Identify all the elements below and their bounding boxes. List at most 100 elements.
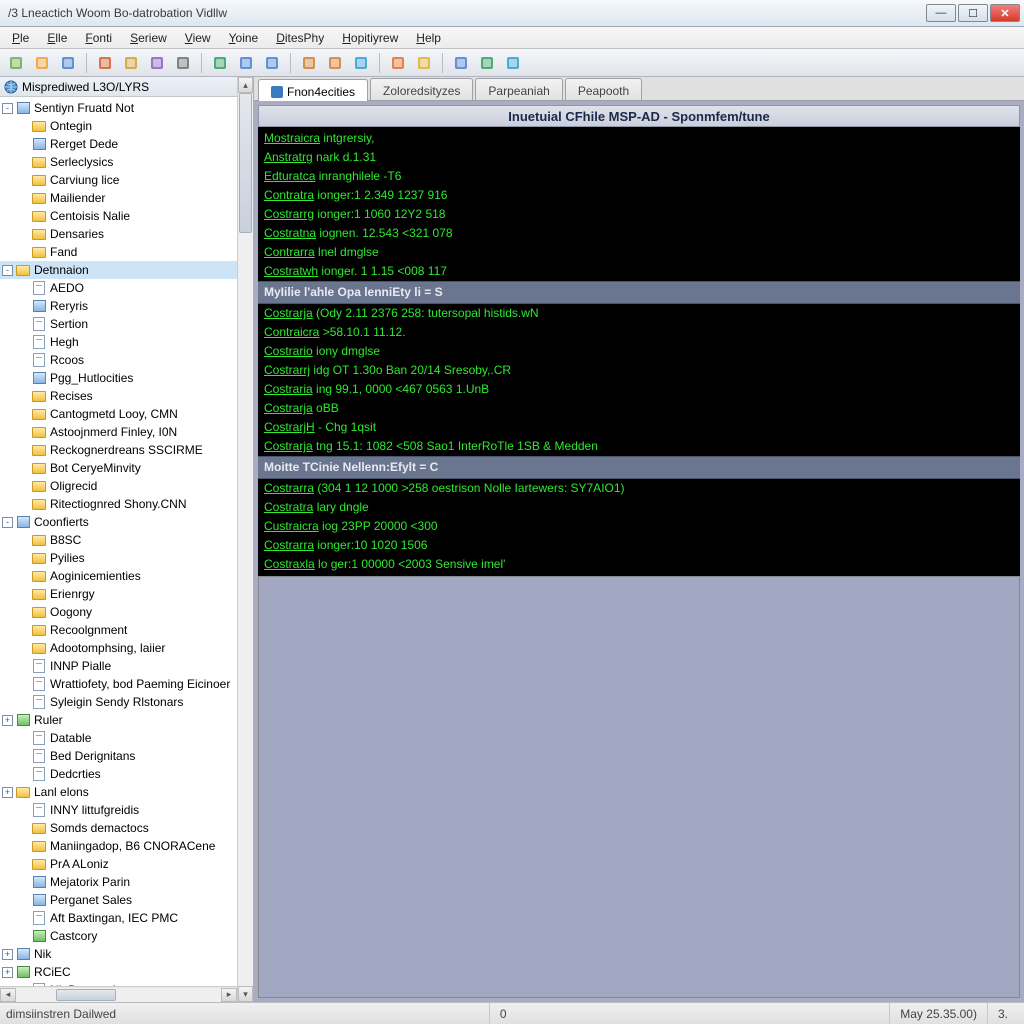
tree-node[interactable]: Reryris bbox=[0, 297, 237, 315]
plus-button[interactable] bbox=[477, 53, 497, 73]
open-button[interactable] bbox=[32, 53, 52, 73]
tree-node[interactable]: Recoolgnment bbox=[0, 621, 237, 639]
maximize-button[interactable]: ☐ bbox=[958, 4, 988, 22]
expand-toggle[interactable]: + bbox=[2, 949, 13, 960]
tree-node[interactable]: Hegh bbox=[0, 333, 237, 351]
expand-toggle[interactable]: - bbox=[2, 265, 13, 276]
tree-node[interactable]: Oogony bbox=[0, 603, 237, 621]
tree-node[interactable]: +Ruler bbox=[0, 711, 237, 729]
tree-node[interactable]: Reckognerdreans SSCIRME bbox=[0, 441, 237, 459]
tree-node[interactable]: Pgg_Hutlocities bbox=[0, 369, 237, 387]
tree-node[interactable]: Wrattiofety, bod Paeming Eicinoer bbox=[0, 675, 237, 693]
tree-node[interactable]: Rcoos bbox=[0, 351, 237, 369]
h-scroll-track[interactable] bbox=[16, 988, 221, 1002]
tree-node[interactable]: Densaries bbox=[0, 225, 237, 243]
tree-node[interactable]: Castcory bbox=[0, 927, 237, 945]
console-output[interactable]: Mostraicra intgrersiy,Anstratrg nark d.1… bbox=[258, 127, 1020, 576]
tree-node[interactable]: Somds demactocs bbox=[0, 819, 237, 837]
globe-button[interactable] bbox=[351, 53, 371, 73]
save-button[interactable] bbox=[58, 53, 78, 73]
tab-fnon4ecities[interactable]: Fnon4ecities bbox=[258, 79, 368, 101]
tree-node[interactable]: Rerget Dede bbox=[0, 135, 237, 153]
menu-fonti[interactable]: Fonti bbox=[77, 29, 120, 47]
expand-toggle[interactable]: + bbox=[2, 715, 13, 726]
user-button[interactable] bbox=[299, 53, 319, 73]
tree-node[interactable]: +Lanl elons bbox=[0, 783, 237, 801]
menu-help[interactable]: Help bbox=[408, 29, 449, 47]
undo-button[interactable] bbox=[236, 53, 256, 73]
h-scroll-thumb[interactable] bbox=[56, 989, 116, 1001]
tree-view[interactable]: -Sentiyn Fruatd NotOnteginRerget DedeSer… bbox=[0, 97, 237, 986]
tree-node[interactable]: Oligrecid bbox=[0, 477, 237, 495]
tree-node[interactable]: Ritectiognred Shony.CNN bbox=[0, 495, 237, 513]
scroll-right-button[interactable]: ▸ bbox=[221, 988, 237, 1002]
menu-seriew[interactable]: Seriew bbox=[122, 29, 175, 47]
tab-peapooth[interactable]: Peapooth bbox=[565, 78, 642, 100]
users-button[interactable] bbox=[325, 53, 345, 73]
sidebar-h-scrollbar[interactable]: ◂ ▸ bbox=[0, 986, 237, 1002]
tree-node[interactable]: Astoojnmerd Finley, I0N bbox=[0, 423, 237, 441]
menu-ditesphy[interactable]: DitesPhy bbox=[268, 29, 332, 47]
tab-parpeaniah[interactable]: Parpeaniah bbox=[475, 78, 562, 100]
tree-node[interactable]: Carviung lice bbox=[0, 171, 237, 189]
tree-node[interactable]: Maniingadop, B6 CNORACene bbox=[0, 837, 237, 855]
flag1-button[interactable] bbox=[388, 53, 408, 73]
menu-elle[interactable]: Elle bbox=[39, 29, 75, 47]
tree-node[interactable]: Datable bbox=[0, 729, 237, 747]
tree-node[interactable]: +RCiEC bbox=[0, 963, 237, 981]
expand-toggle[interactable]: - bbox=[2, 103, 13, 114]
new-button[interactable] bbox=[6, 53, 26, 73]
v-scroll-track[interactable] bbox=[238, 93, 253, 986]
tree-node[interactable]: -Sentiyn Fruatd Not bbox=[0, 99, 237, 117]
tree-node[interactable]: Aft Baxtingan, IEC PMC bbox=[0, 909, 237, 927]
flag2-button[interactable] bbox=[414, 53, 434, 73]
tree-node[interactable]: B8SC bbox=[0, 531, 237, 549]
tree-node[interactable]: Recises bbox=[0, 387, 237, 405]
tab-zoloredsityzes[interactable]: Zoloredsityzes bbox=[370, 78, 473, 100]
menu-ple[interactable]: Ple bbox=[4, 29, 37, 47]
sidebar-v-scrollbar[interactable]: ▴ ▾ bbox=[237, 77, 253, 1002]
menu-hopitiyrew[interactable]: Hopitiyrew bbox=[334, 29, 406, 47]
tree-node[interactable]: Adootomphsing, laiier bbox=[0, 639, 237, 657]
cut-button[interactable] bbox=[95, 53, 115, 73]
tree-node[interactable]: Mejatorix Parin bbox=[0, 873, 237, 891]
tree-node[interactable]: Bot CeryeMinvity bbox=[0, 459, 237, 477]
tree-node[interactable]: Sertion bbox=[0, 315, 237, 333]
tree-node[interactable]: Bed Derignitans bbox=[0, 747, 237, 765]
tree-node[interactable]: Aoginicemienties bbox=[0, 567, 237, 585]
close-button[interactable]: ✕ bbox=[990, 4, 1020, 22]
tree-node[interactable]: AEDO bbox=[0, 279, 237, 297]
v-scroll-thumb[interactable] bbox=[239, 93, 252, 233]
minimize-button[interactable]: — bbox=[926, 4, 956, 22]
tree-node[interactable]: Ontegin bbox=[0, 117, 237, 135]
tree-node[interactable]: PrA ALoniz bbox=[0, 855, 237, 873]
tree-node[interactable]: -Detnnaion bbox=[0, 261, 237, 279]
tree-node[interactable]: +Nik bbox=[0, 945, 237, 963]
tree-node[interactable]: Mailiender bbox=[0, 189, 237, 207]
tree-node[interactable]: INNY littufgreidis bbox=[0, 801, 237, 819]
scroll-down-button[interactable]: ▾ bbox=[238, 986, 253, 1002]
tree-node[interactable]: -Coonfierts bbox=[0, 513, 237, 531]
tree-node[interactable]: Serleclysics bbox=[0, 153, 237, 171]
tree-node[interactable]: Cantogmetd Looy, CMN bbox=[0, 405, 237, 423]
image-button[interactable] bbox=[503, 53, 523, 73]
search-button[interactable] bbox=[451, 53, 471, 73]
expand-toggle[interactable]: + bbox=[2, 787, 13, 798]
paste-button[interactable] bbox=[147, 53, 167, 73]
tree-node[interactable]: Perganet Sales bbox=[0, 891, 237, 909]
scroll-up-button[interactable]: ▴ bbox=[238, 77, 253, 93]
expand-toggle[interactable]: - bbox=[2, 517, 13, 528]
menu-view[interactable]: View bbox=[177, 29, 219, 47]
prefs-button[interactable] bbox=[173, 53, 193, 73]
tree-node[interactable]: Pyilies bbox=[0, 549, 237, 567]
copy-button[interactable] bbox=[121, 53, 141, 73]
redo-button[interactable] bbox=[262, 53, 282, 73]
tree-node[interactable]: INNP Pialle bbox=[0, 657, 237, 675]
tree-node[interactable]: Fand bbox=[0, 243, 237, 261]
tree-node[interactable]: Erienrgy bbox=[0, 585, 237, 603]
tree-node[interactable]: Dedcrties bbox=[0, 765, 237, 783]
expand-toggle[interactable]: + bbox=[2, 967, 13, 978]
menu-yoine[interactable]: Yoine bbox=[221, 29, 267, 47]
refresh-button[interactable] bbox=[210, 53, 230, 73]
tree-node[interactable]: Centoisis Nalie bbox=[0, 207, 237, 225]
